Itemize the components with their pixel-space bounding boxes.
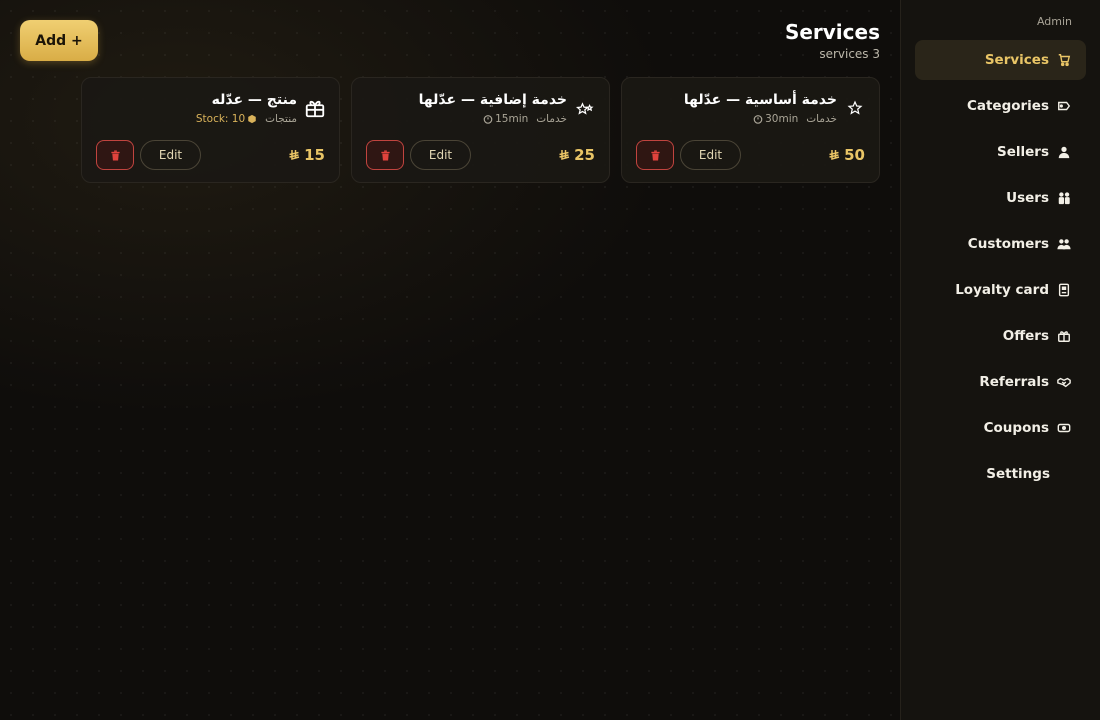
handshake-icon: [1056, 374, 1072, 390]
star-icon: [843, 96, 867, 120]
card-category: خدمات: [536, 113, 567, 125]
sidebar-item-label: Sellers: [997, 144, 1049, 160]
sidebar-item-loyalty-card[interactable]: Loyalty card: [915, 270, 1086, 310]
sidebar-item-offers[interactable]: Offers: [915, 316, 1086, 356]
sidebar-item-coupons[interactable]: Coupons: [915, 408, 1086, 448]
sidebar-item-label: Categories: [966, 98, 1049, 114]
tag-icon: [1056, 98, 1072, 114]
page-subtitle: services 3: [819, 47, 880, 61]
delete-button[interactable]: [96, 140, 134, 170]
sparkle-stars-icon: [573, 96, 597, 120]
sidebar-nav: Services Categories Sellers Users Custom…: [915, 40, 1086, 500]
timer-icon: [483, 115, 493, 124]
card-price: 25: [558, 146, 595, 164]
card-detail-text: 30min: [765, 113, 799, 125]
sidebar-item-users[interactable]: Users: [915, 178, 1086, 218]
person-icon: [1056, 144, 1072, 160]
trash-icon: [650, 149, 660, 161]
trash-icon: [110, 149, 120, 161]
card-icon: [1056, 282, 1072, 298]
sidebar-item-categories[interactable]: Categories: [915, 86, 1086, 126]
service-card: منتج — عدّله Stock: 10 منتجات 15 Edit: [81, 77, 340, 183]
sidebar-item-services[interactable]: Services: [915, 40, 1086, 80]
card-category: منتجات: [265, 113, 297, 125]
card-category: خدمات: [806, 113, 837, 125]
riyal-icon: [289, 150, 300, 160]
riyal-icon: [559, 150, 570, 160]
card-meta: Stock: 10 منتجات: [196, 113, 297, 125]
card-price-value: 50: [844, 146, 865, 164]
sidebar-item-label: Services: [984, 52, 1049, 68]
ticket-icon: [1056, 420, 1072, 436]
card-detail-text: Stock: 10: [195, 113, 246, 125]
sidebar-item-customers[interactable]: Customers: [915, 224, 1086, 264]
sidebar-item-settings[interactable]: Settings: [915, 454, 1086, 494]
user-role-label: Admin: [1036, 15, 1072, 28]
edit-button[interactable]: Edit: [140, 140, 201, 170]
timer-icon: [753, 115, 763, 124]
card-price: 15: [288, 146, 325, 164]
service-card: خدمة إضافية — عدّلها 15min خدمات 25 Edit: [351, 77, 610, 183]
sidebar-item-referrals[interactable]: Referrals: [915, 362, 1086, 402]
people-icon: [1056, 236, 1072, 252]
sidebar-item-sellers[interactable]: Sellers: [915, 132, 1086, 172]
card-price-value: 15: [304, 146, 325, 164]
sidebar-item-label: Loyalty card: [955, 282, 1049, 298]
box-icon: [248, 114, 256, 124]
card-detail-text: 15min: [495, 113, 529, 125]
sidebar-item-label: Customers: [967, 236, 1049, 252]
delete-button[interactable]: [636, 140, 674, 170]
card-price-value: 25: [574, 146, 595, 164]
card-meta: 30min خدمات: [753, 113, 837, 125]
page-title: Services: [784, 20, 880, 44]
gift-icon: [1056, 328, 1072, 344]
sidebar: Admin Services Categories Sellers Users: [900, 0, 1100, 720]
service-card: خدمة أساسية — عدّلها 30min خدمات 50 Edit: [621, 77, 880, 183]
card-detail: Stock: 10: [196, 113, 257, 125]
edit-button[interactable]: Edit: [680, 140, 741, 170]
card-price: 50: [828, 146, 865, 164]
card-meta: 15min خدمات: [483, 113, 567, 125]
edit-button[interactable]: Edit: [410, 140, 471, 170]
delete-button[interactable]: [366, 140, 404, 170]
users-icon: [1056, 190, 1072, 206]
cart-icon: [1056, 52, 1072, 68]
sidebar-item-label: Coupons: [983, 420, 1049, 436]
card-title: خدمة أساسية — عدّلها: [683, 92, 837, 108]
sidebar-item-label: Users: [1006, 190, 1049, 206]
trash-icon: [380, 149, 390, 161]
add-button[interactable]: Add +: [20, 20, 98, 61]
riyal-icon: [829, 150, 840, 160]
sidebar-item-label: Offers: [1002, 328, 1049, 344]
sidebar-item-label: Settings: [986, 466, 1050, 482]
card-detail: 30min: [753, 113, 798, 125]
card-title: خدمة إضافية — عدّلها: [418, 92, 567, 108]
card-detail: 15min: [483, 113, 528, 125]
gift-box-icon: [303, 96, 327, 120]
card-title: منتج — عدّله: [211, 92, 297, 108]
sidebar-item-label: Referrals: [979, 374, 1049, 390]
